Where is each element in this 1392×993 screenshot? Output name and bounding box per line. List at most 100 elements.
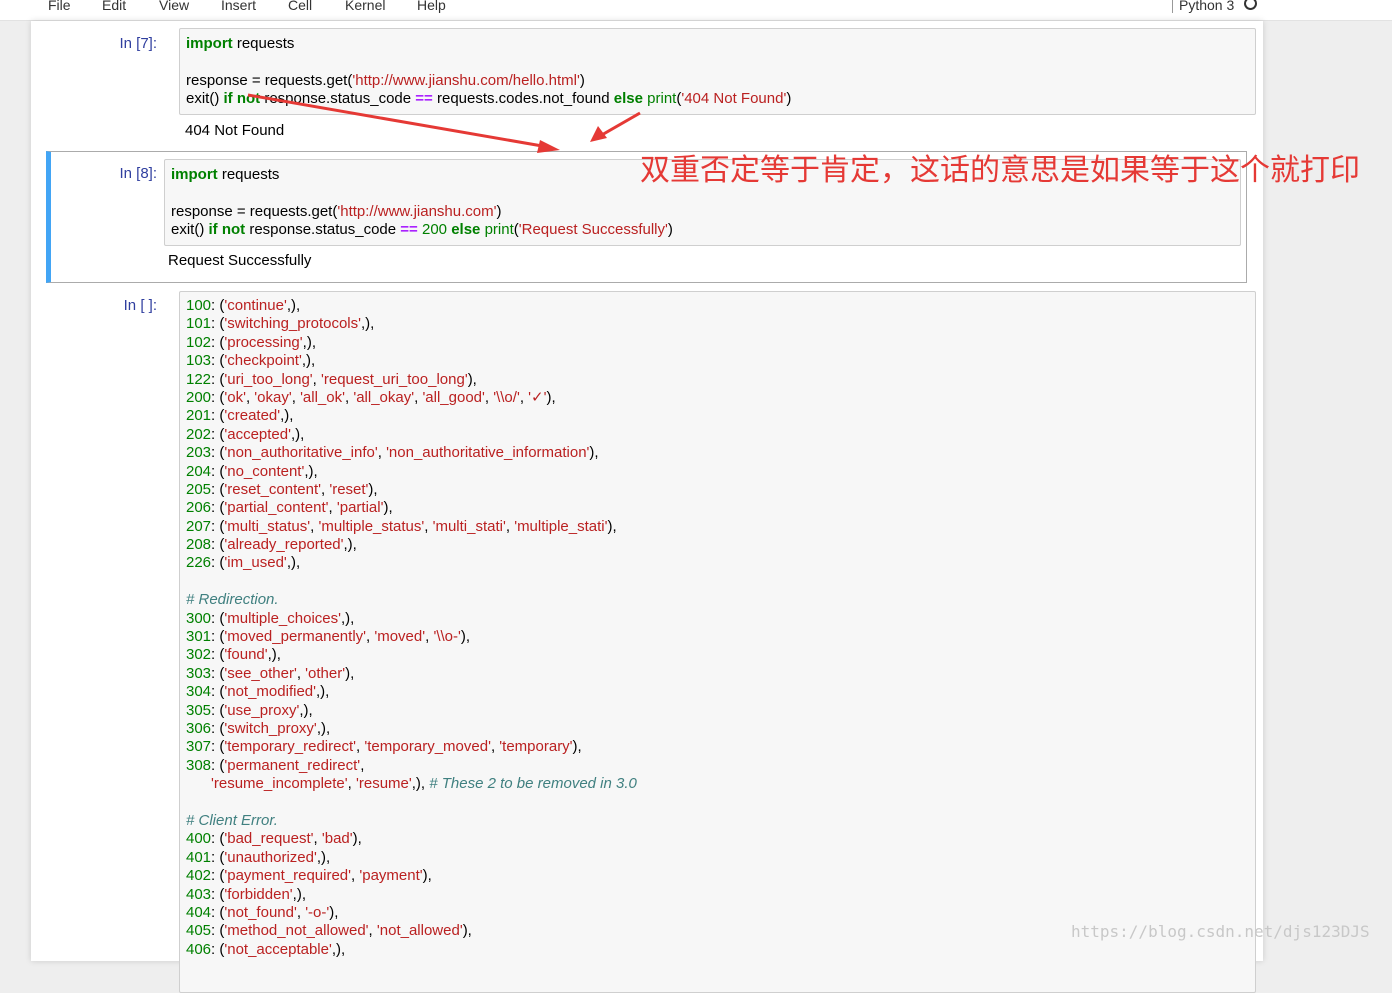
code-line: 406: ('not_acceptable',), xyxy=(186,941,637,959)
code-token: : ( xyxy=(211,867,225,885)
code-token: ), xyxy=(352,830,362,848)
code-line: 303: ('see_other', 'other'), xyxy=(186,665,637,683)
code-token: , xyxy=(519,388,529,406)
code-token: : ( xyxy=(211,719,225,737)
code-token: '404 Not Found' xyxy=(681,90,787,108)
code-token: response = requests.get( xyxy=(186,71,353,89)
code-token: 308 xyxy=(186,756,212,774)
cell-output: 404 Not Found xyxy=(185,122,285,139)
code-line: exit() if not response.status_code == 20… xyxy=(171,221,673,239)
code-token: '\\o-' xyxy=(433,628,461,646)
code-line: 405: ('method_not_allowed', 'not_allowed… xyxy=(186,922,637,940)
code-token: 'unauthorized' xyxy=(224,848,317,866)
code-token: 206 xyxy=(186,499,212,517)
code-token: , xyxy=(313,830,322,848)
code-token: ,), xyxy=(280,407,294,425)
code-token: ,), xyxy=(316,719,331,737)
code-token: response = requests.get( xyxy=(171,202,338,220)
code-cell-empty[interactable]: In [ ]: 100: ('continue',), 101: ('switch… xyxy=(47,289,1256,993)
input-prompt: In [7]: xyxy=(119,35,157,52)
code-line: 'resume_incomplete', 'resume',), # These… xyxy=(186,775,637,793)
code-token: : ( xyxy=(211,756,225,774)
code-input-area[interactable]: 100: ('continue',), 101: ('switching_prot… xyxy=(179,291,1256,993)
menu-edit[interactable]: Edit xyxy=(102,0,126,13)
code-token: response.status_code xyxy=(260,90,416,108)
code-token: ), xyxy=(460,628,471,646)
code-token: 'all_ok' xyxy=(300,388,345,406)
menu-insert[interactable]: Insert xyxy=(221,0,256,13)
code-token: 'checkpoint' xyxy=(224,352,302,370)
code-token: 203 xyxy=(186,444,212,462)
code-token: : ( xyxy=(211,370,225,388)
code-cell-7[interactable]: In [7]: import requests response = reque… xyxy=(47,26,1256,148)
code-token: 'reset' xyxy=(329,480,369,498)
menu-file[interactable]: File xyxy=(48,0,71,13)
code-token: 202 xyxy=(186,425,212,443)
code-token: 'non_authoritative_information' xyxy=(386,444,590,462)
code-token: 'resume' xyxy=(356,775,412,793)
code-text[interactable]: import requests response = requests.get(… xyxy=(171,166,673,240)
code-token: not xyxy=(236,90,261,108)
code-token: : ( xyxy=(211,922,225,940)
code-token: 122 xyxy=(186,370,212,388)
code-text[interactable]: 100: ('continue',), 101: ('switching_prot… xyxy=(186,297,637,959)
code-token: 'partial_content' xyxy=(224,499,329,517)
code-token: : ( xyxy=(211,701,225,719)
code-token: 'multiple_choices' xyxy=(224,609,341,627)
code-token: , xyxy=(296,903,306,921)
code-line: 206: ('partial_content', 'partial'), xyxy=(186,499,637,517)
menu-help[interactable]: Help xyxy=(417,0,446,13)
menubar: File Edit View Insert Cell Kernel Help P… xyxy=(0,0,1392,21)
code-token: # Client Error. xyxy=(186,811,278,829)
code-token: 'im_used' xyxy=(224,554,287,572)
code-token: 'bad' xyxy=(321,830,353,848)
code-line: 304: ('not_modified',), xyxy=(186,683,637,701)
code-line: 300: ('multiple_choices',), xyxy=(186,610,637,628)
menu-view[interactable]: View xyxy=(159,0,189,13)
code-token: ), xyxy=(462,922,472,940)
code-token: ,), xyxy=(316,848,331,866)
code-token: ,), xyxy=(343,536,357,554)
code-token: 'Request Successfully' xyxy=(518,221,668,239)
code-token: 'created' xyxy=(224,407,281,425)
code-token: 401 xyxy=(186,848,212,866)
code-token: ,), xyxy=(299,701,313,719)
code-token: 'not_acceptable' xyxy=(224,940,332,958)
menu-cell[interactable]: Cell xyxy=(288,0,312,13)
code-token: ), xyxy=(467,370,477,388)
code-token: '\\o/' xyxy=(493,388,520,406)
watermark: https://blog.csdn.net/djs123DJS xyxy=(1071,922,1370,941)
code-token: 'other' xyxy=(305,664,346,682)
code-token: 'reset_content' xyxy=(224,480,321,498)
code-text[interactable]: import requests response = requests.get(… xyxy=(186,35,791,109)
code-token: response.status_code xyxy=(245,221,401,239)
code-line: 203: ('non_authoritative_info', 'non_aut… xyxy=(186,444,637,462)
code-token: 301 xyxy=(186,628,212,646)
code-token: : ( xyxy=(211,738,225,756)
code-token: , xyxy=(360,756,365,774)
code-line: 403: ('forbidden',), xyxy=(186,886,637,904)
code-token: 'forbidden' xyxy=(224,885,293,903)
code-token: ) xyxy=(667,221,673,239)
code-token: ) xyxy=(579,71,585,89)
code-token: : ( xyxy=(211,628,225,646)
code-token: 'okay' xyxy=(254,388,292,406)
code-token: else xyxy=(451,221,481,239)
code-token: : ( xyxy=(211,352,225,370)
code-input-area[interactable]: import requests response = requests.get(… xyxy=(179,28,1256,115)
code-token: 201 xyxy=(186,407,212,425)
code-token: : ( xyxy=(211,499,225,517)
menu-kernel[interactable]: Kernel xyxy=(345,0,385,13)
code-token: , xyxy=(312,370,322,388)
code-token: 'bad_request' xyxy=(224,830,314,848)
code-token: 'accepted' xyxy=(224,425,291,443)
code-token: print xyxy=(647,90,677,108)
code-token: : ( xyxy=(211,940,225,958)
code-token: 'request_uri_too_long' xyxy=(321,370,468,388)
code-token: 200 xyxy=(421,221,448,239)
code-token: ), xyxy=(329,903,339,921)
code-token: 'no_content' xyxy=(224,462,305,480)
cell-output: Request Successfully xyxy=(168,252,312,269)
